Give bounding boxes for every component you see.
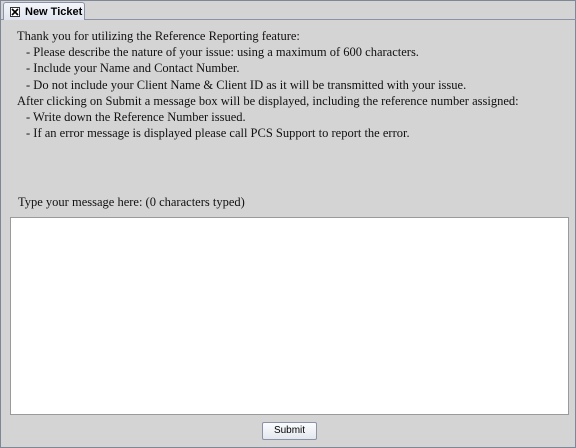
tab-new-ticket[interactable]: New Ticket	[3, 2, 85, 20]
intro-text: Thank you for utilizing the Reference Re…	[17, 29, 300, 43]
instruction-item: - Do not include your Client Name & Clie…	[26, 77, 467, 92]
instruction-item: - Please describe the nature of your iss…	[26, 45, 419, 60]
message-prompt-label: Type your message here: (0 characters ty…	[18, 195, 245, 209]
instruction-item: - Include your Name and Contact Number.	[26, 61, 240, 76]
instructions-block: Thank you for utilizing the Reference Re…	[17, 28, 519, 141]
close-box-icon[interactable]	[10, 6, 20, 17]
window-frame: New Ticket Thank you for utilizing the R…	[0, 0, 576, 448]
instruction-item: - If an error message is displayed pleas…	[26, 126, 410, 141]
message-textarea[interactable]	[10, 217, 569, 415]
ticket-panel: Thank you for utilizing the Reference Re…	[3, 20, 573, 446]
instruction-item: - Write down the Reference Number issued…	[26, 110, 246, 125]
submit-button[interactable]: Submit	[262, 422, 317, 440]
after-submit-text: After clicking on Submit a message box w…	[17, 93, 519, 108]
tab-label: New Ticket	[25, 5, 83, 18]
